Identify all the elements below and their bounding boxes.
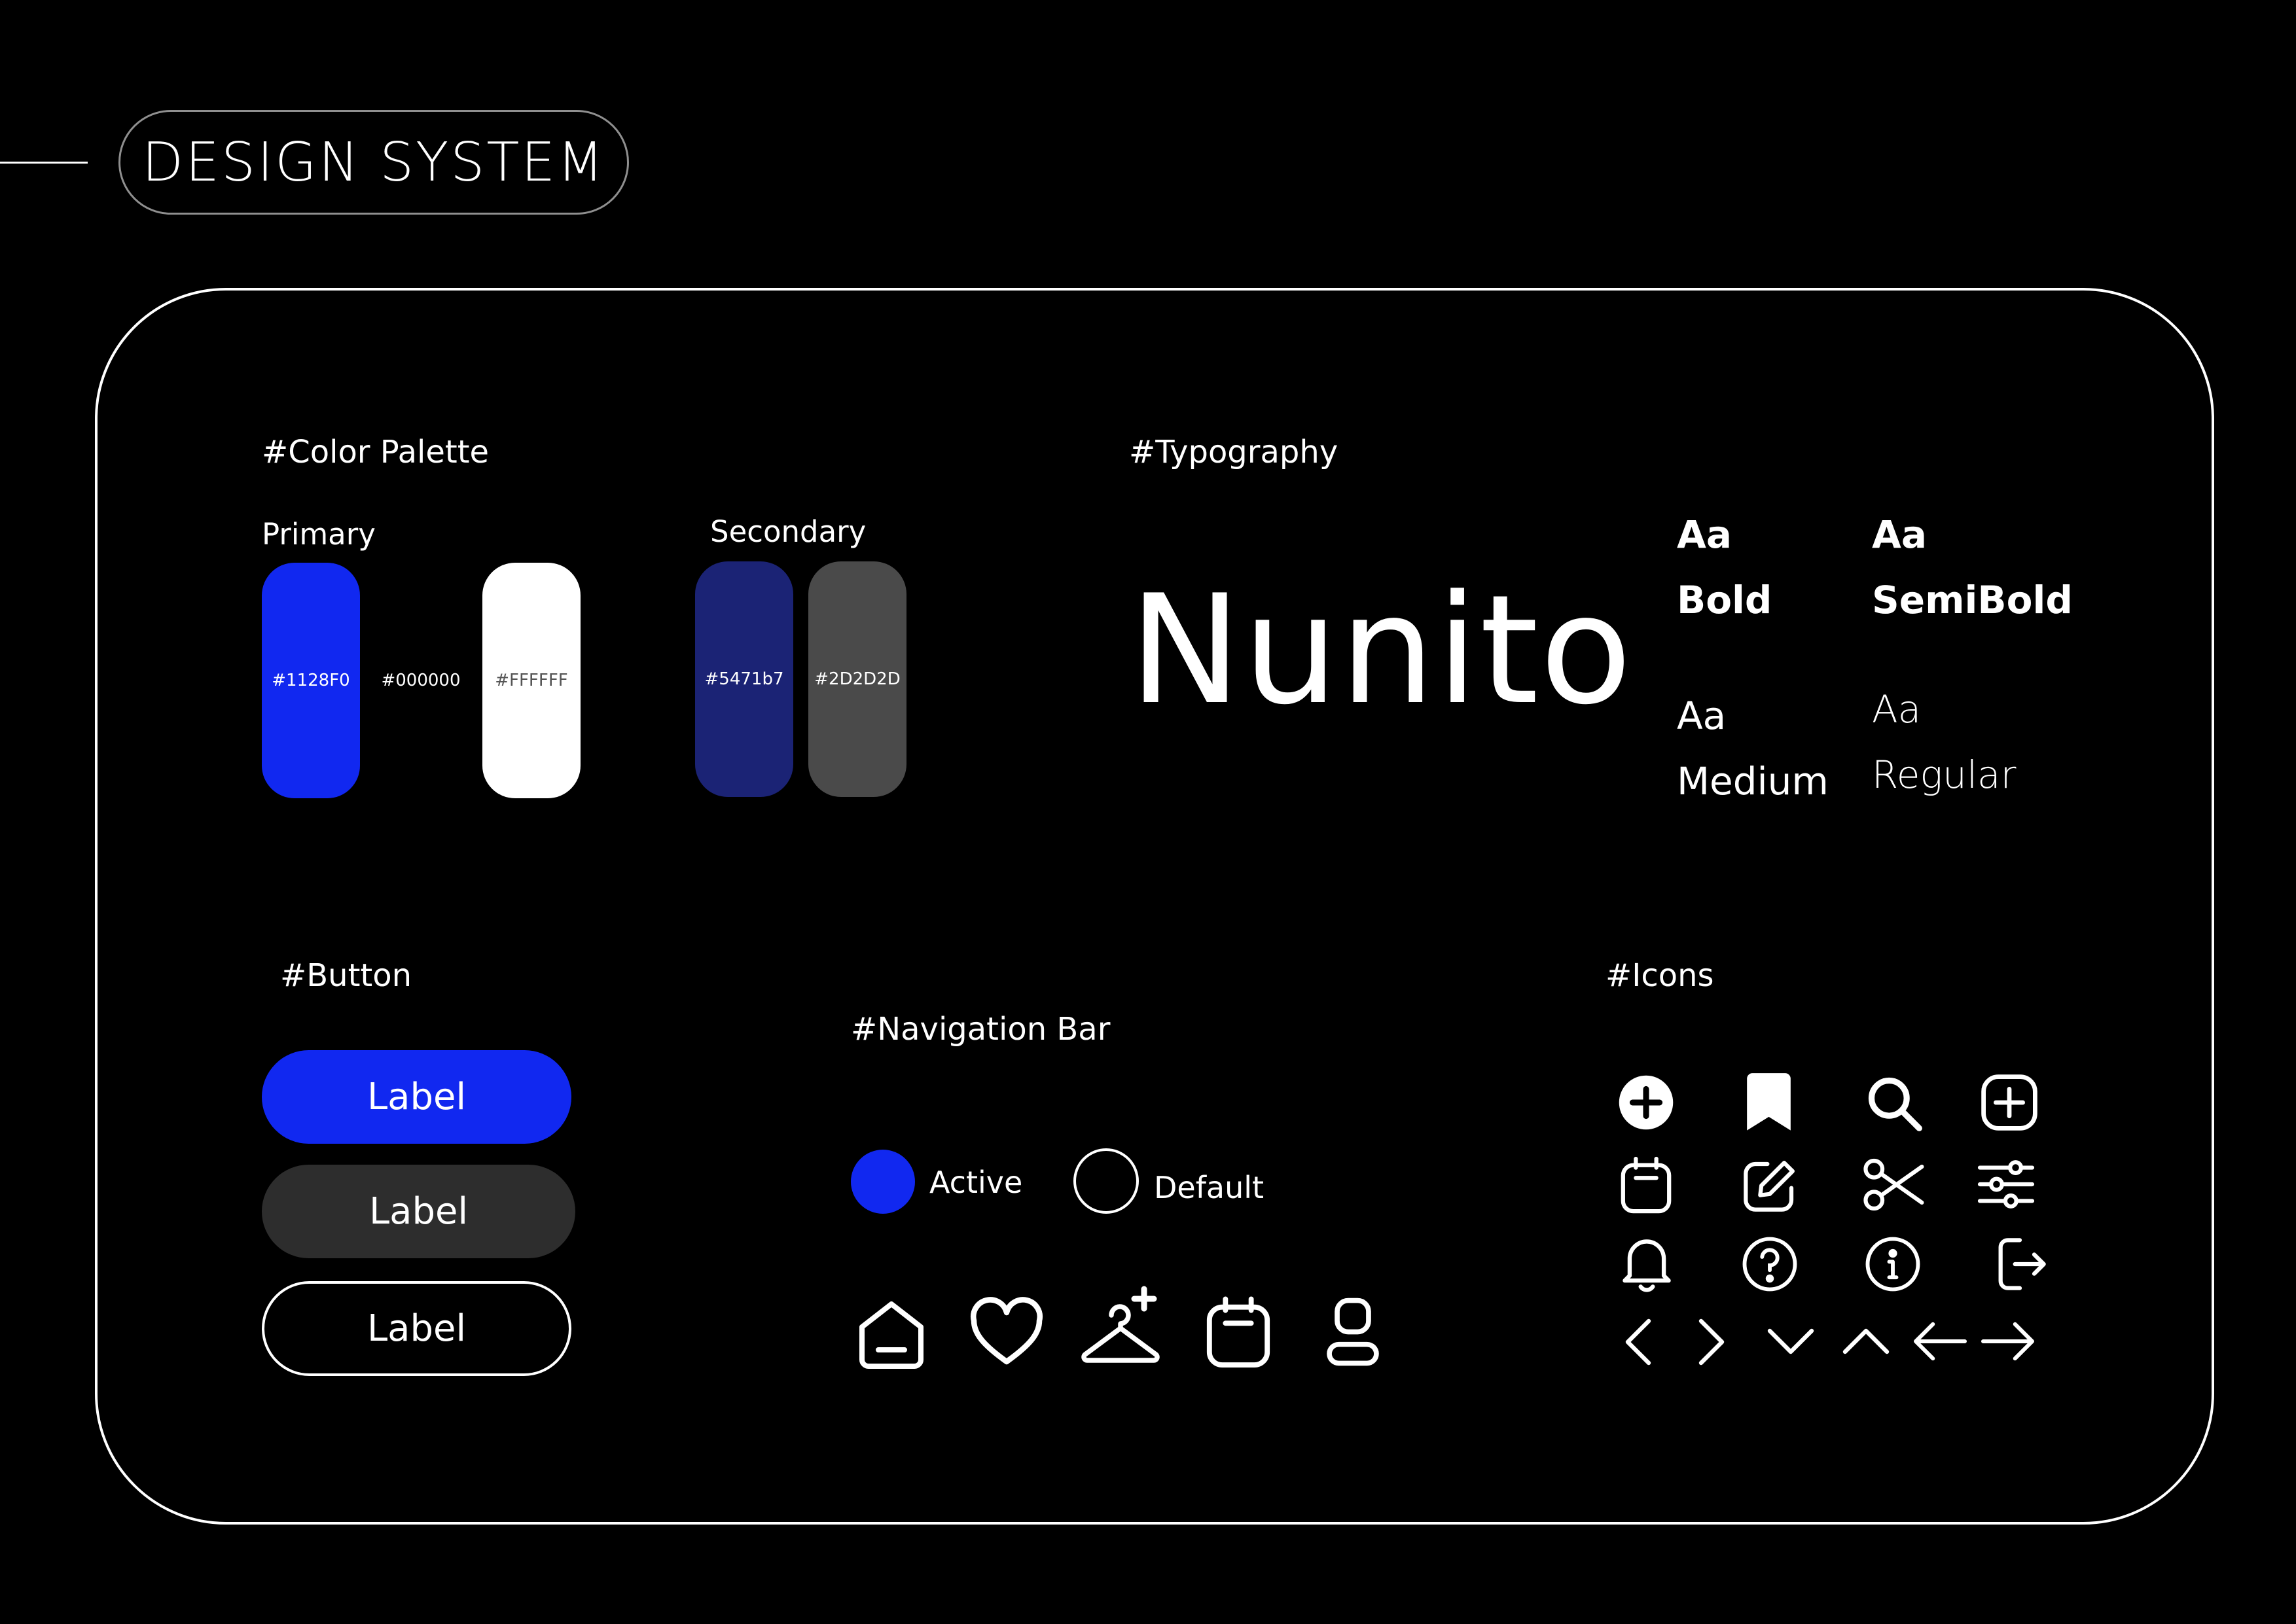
- plus-square-icon[interactable]: [1980, 1073, 2039, 1132]
- nav-active-label: Active: [929, 1165, 1023, 1200]
- swatch-primary-blue: #1128F0: [262, 563, 360, 798]
- color-palette-title: #Color Palette: [262, 434, 490, 470]
- nav-default-indicator: [1073, 1148, 1139, 1214]
- chevron-up-icon[interactable]: [1842, 1328, 1890, 1354]
- hanger-sparkle-icon[interactable]: [1079, 1286, 1167, 1368]
- info-circle-icon[interactable]: [1864, 1235, 1922, 1293]
- bookmark-icon[interactable]: [1744, 1073, 1793, 1133]
- typo-semibold-name: SemiBold: [1872, 578, 2073, 622]
- sliders-icon[interactable]: [1977, 1158, 2036, 1210]
- typo-regular-name: Regular: [1872, 752, 2017, 797]
- primary-label: Primary: [262, 517, 376, 552]
- typo-medium-sample: Aa: [1677, 694, 1727, 738]
- outline-button[interactable]: Label: [262, 1281, 571, 1376]
- typography-title: #Typography: [1129, 434, 1338, 470]
- chevron-down-icon[interactable]: [1767, 1328, 1814, 1354]
- calendar-icon[interactable]: [1618, 1155, 1674, 1216]
- heart-icon[interactable]: [967, 1296, 1046, 1369]
- font-name-sample: Nunito: [1129, 563, 1634, 738]
- typo-bold-sample: Aa: [1677, 512, 1732, 557]
- swatch-secondary-gray: #2D2D2D: [808, 561, 906, 797]
- page-title: DESIGN SYSTEM: [118, 110, 629, 215]
- nav-active-indicator: [851, 1150, 915, 1214]
- swatch-primary-white: #FFFFFF: [482, 563, 581, 798]
- logout-icon[interactable]: [1993, 1235, 2047, 1293]
- icons-title: #Icons: [1605, 957, 1714, 994]
- typo-semibold-sample: Aa: [1872, 512, 1928, 557]
- typo-regular-sample: Aa: [1872, 687, 1922, 732]
- home-icon[interactable]: [852, 1294, 931, 1373]
- arrow-left-icon[interactable]: [1912, 1322, 1968, 1361]
- button-title: #Button: [280, 957, 412, 994]
- chevron-right-icon[interactable]: [1698, 1318, 1725, 1366]
- help-circle-icon[interactable]: [1741, 1235, 1799, 1293]
- title-line: [0, 162, 88, 164]
- navigation-bar-title: #Navigation Bar: [851, 1011, 1111, 1048]
- plus-circle-filled-icon[interactable]: [1617, 1073, 1676, 1132]
- secondary-button[interactable]: Label: [262, 1165, 575, 1258]
- swatch-primary-black: #000000: [372, 563, 470, 798]
- nav-default-label: Default: [1154, 1170, 1265, 1205]
- typo-medium-name: Medium: [1677, 759, 1829, 803]
- search-icon[interactable]: [1864, 1073, 1924, 1133]
- primary-button[interactable]: Label: [262, 1050, 571, 1144]
- scissors-icon[interactable]: [1862, 1157, 1924, 1212]
- chevron-left-icon[interactable]: [1625, 1318, 1651, 1366]
- swatch-secondary-navy: #5471b7: [695, 561, 793, 797]
- arrow-right-icon[interactable]: [1980, 1322, 2036, 1361]
- edit-icon[interactable]: [1741, 1157, 1799, 1214]
- profile-icon[interactable]: [1323, 1294, 1382, 1369]
- typo-bold-name: Bold: [1677, 578, 1772, 622]
- bell-icon[interactable]: [1620, 1233, 1674, 1294]
- secondary-label: Secondary: [710, 514, 867, 549]
- calendar-icon[interactable]: [1203, 1294, 1274, 1371]
